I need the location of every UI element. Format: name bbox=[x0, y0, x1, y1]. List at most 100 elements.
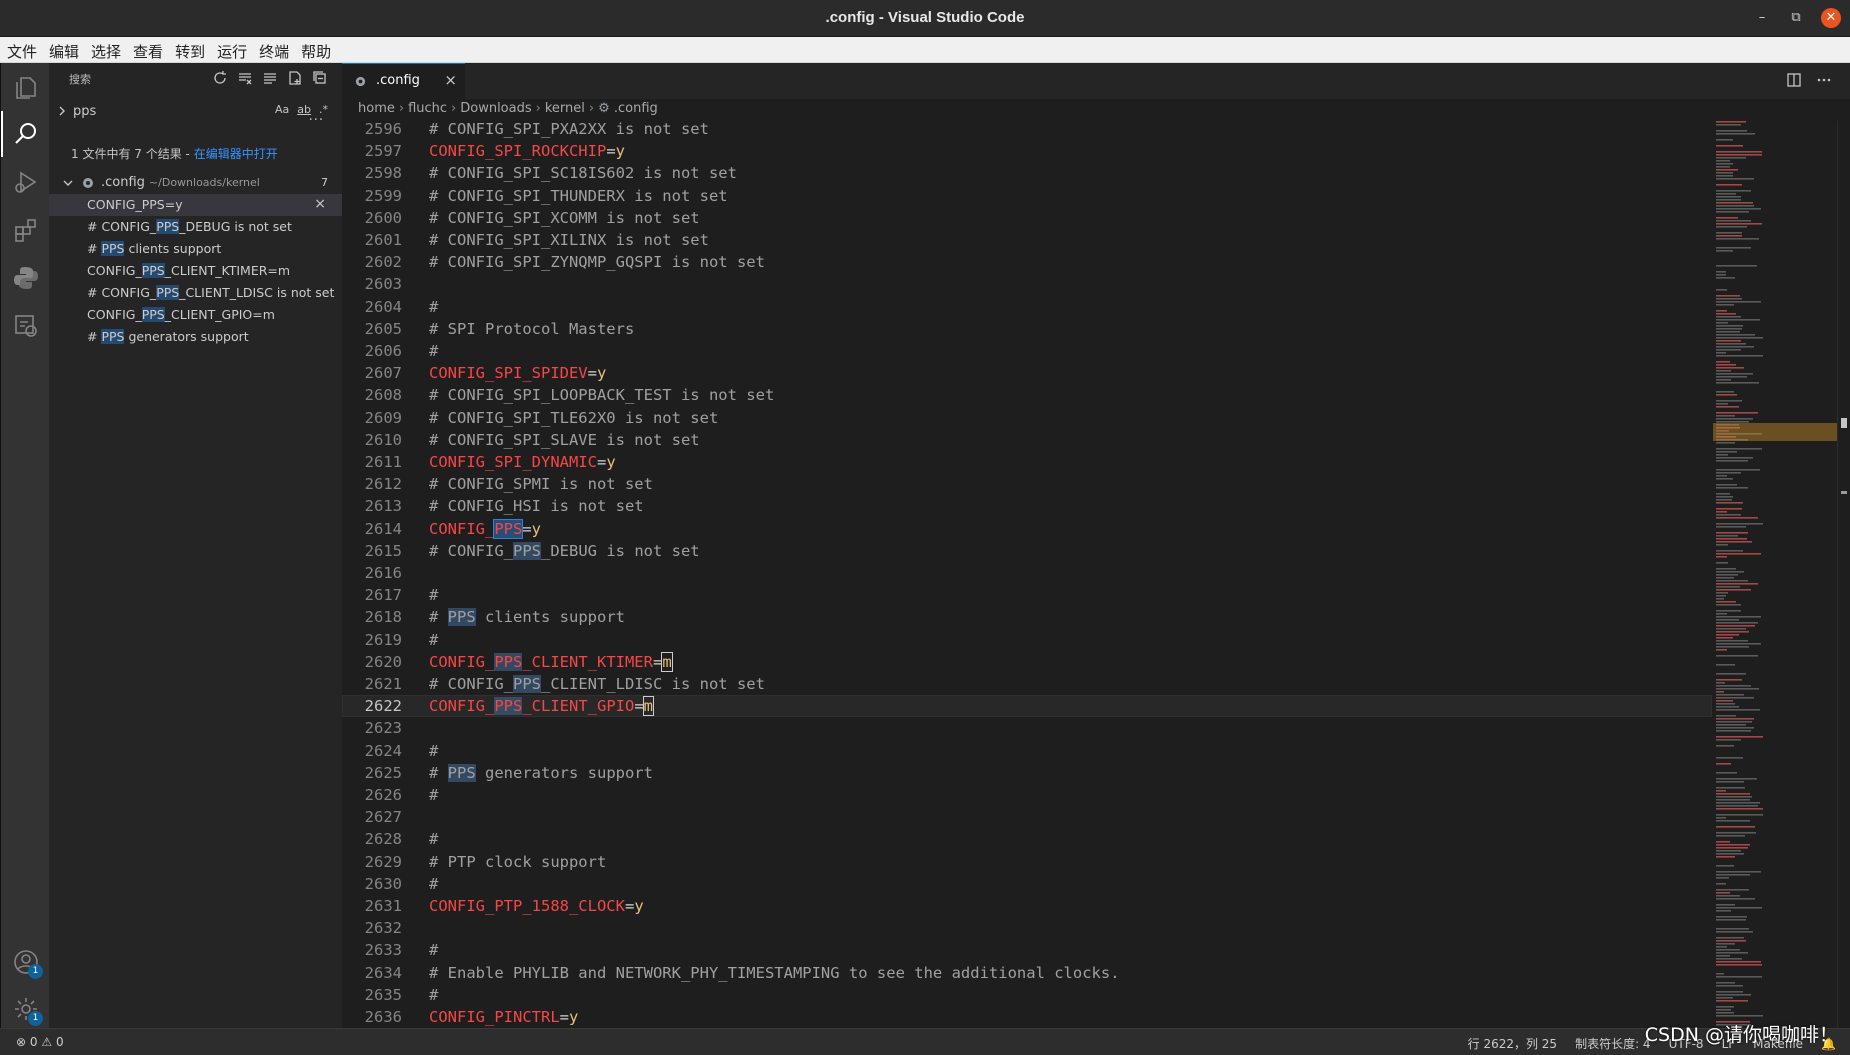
menu-terminal[interactable]: 终端 bbox=[252, 37, 294, 62]
tab-config[interactable]: .config × bbox=[342, 63, 465, 99]
breadcrumb-item[interactable]: home bbox=[358, 101, 395, 116]
search-match-item[interactable]: CONFIG_PPS_CLIENT_KTIMER=m bbox=[49, 260, 342, 282]
toggle-replace-chevron-icon[interactable] bbox=[55, 104, 69, 118]
minimap-line bbox=[1716, 184, 1742, 186]
menu-edit[interactable]: 编辑 bbox=[42, 37, 84, 62]
minimap-line bbox=[1716, 706, 1739, 708]
code-line[interactable]: 2596 # CONFIG_SPI_PXA2XX is not set bbox=[342, 121, 1712, 140]
code-line[interactable]: 2611 CONFIG_SPI_DYNAMIC=y bbox=[342, 451, 1712, 473]
run-debug-icon[interactable] bbox=[13, 169, 39, 195]
vertical-scrollbar[interactable] bbox=[1837, 121, 1850, 1028]
code-line[interactable]: 2605 # SPI Protocol Masters bbox=[342, 318, 1712, 340]
code-line[interactable]: 2599 # CONFIG_SPI_THUNDERX is not set bbox=[342, 185, 1712, 207]
minimap[interactable] bbox=[1713, 121, 1837, 1028]
search-match-item[interactable]: # PPS clients support bbox=[49, 238, 342, 260]
search-input[interactable]: pps bbox=[73, 104, 96, 119]
menu-go[interactable]: 转到 bbox=[168, 37, 210, 62]
cursor-position[interactable]: 行 2622，列 25 bbox=[1468, 1037, 1557, 1051]
settings-gear-icon[interactable]: 1 bbox=[13, 996, 43, 1026]
code-line[interactable]: 2626 # bbox=[342, 784, 1712, 806]
code-line[interactable]: 2607 CONFIG_SPI_SPIDEV=y bbox=[342, 362, 1712, 384]
menu-view[interactable]: 查看 bbox=[126, 37, 168, 62]
code-line[interactable]: 2619 # bbox=[342, 629, 1712, 651]
code-line[interactable]: 2600 # CONFIG_SPI_XCOMM is not set bbox=[342, 207, 1712, 229]
minimize-button[interactable]: – bbox=[1752, 8, 1772, 28]
refresh-icon[interactable] bbox=[212, 70, 228, 86]
code-line[interactable]: 2627 bbox=[342, 806, 1712, 828]
open-in-editor-link[interactable]: 在编辑器中打开 bbox=[194, 147, 278, 161]
code-line[interactable]: 2624 # bbox=[342, 740, 1712, 762]
close-window-button[interactable]: ✕ bbox=[1821, 8, 1841, 28]
code-line[interactable]: 2621 # CONFIG_PPS_CLIENT_LDISC is not set bbox=[342, 673, 1712, 695]
code-line[interactable]: 2632 bbox=[342, 917, 1712, 939]
code-line[interactable]: 2623 bbox=[342, 717, 1712, 739]
chevron-down-icon[interactable] bbox=[61, 176, 75, 190]
minimap-line bbox=[1716, 781, 1744, 783]
code-line[interactable]: 2622 CONFIG_PPS_CLIENT_GPIO=m bbox=[342, 695, 1712, 718]
search-match-item[interactable]: CONFIG_PPS_CLIENT_GPIO=m bbox=[49, 304, 342, 326]
problems-indicator[interactable]: ⊗ 0 ⚠ 0 bbox=[16, 1035, 64, 1049]
collapse-all-icon[interactable] bbox=[312, 70, 328, 86]
code-line[interactable]: 2636 CONFIG_PINCTRL=y bbox=[342, 1006, 1712, 1028]
maximize-button[interactable]: ⧉ bbox=[1786, 8, 1806, 28]
code-line[interactable]: 2603 bbox=[342, 273, 1712, 295]
split-editor-icon[interactable] bbox=[1786, 72, 1802, 88]
result-file-row[interactable]: .config ~/Downloads/kernel 7 bbox=[49, 172, 342, 194]
search-match-item[interactable]: CONFIG_PPS=y × bbox=[49, 194, 342, 216]
code-line[interactable]: 2629 # PTP clock support bbox=[342, 851, 1712, 873]
code-line[interactable]: 2620 CONFIG_PPS_CLIENT_KTIMER=m bbox=[342, 651, 1712, 673]
accounts-icon[interactable]: 1 bbox=[13, 949, 43, 979]
code-line[interactable]: 2614 CONFIG_PPS=y bbox=[342, 518, 1712, 540]
code-line[interactable]: 2625 # PPS generators support bbox=[342, 762, 1712, 784]
menu-run[interactable]: 运行 bbox=[210, 37, 252, 62]
menu-file[interactable]: 文件 bbox=[0, 37, 42, 62]
code-line[interactable]: 2631 CONFIG_PTP_1588_CLOCK=y bbox=[342, 895, 1712, 917]
more-actions-icon[interactable] bbox=[1816, 72, 1832, 88]
python-icon[interactable] bbox=[13, 265, 39, 291]
menu-help[interactable]: 帮助 bbox=[294, 37, 336, 62]
code-line[interactable]: 2628 # bbox=[342, 828, 1712, 850]
code-line[interactable]: 2633 # bbox=[342, 939, 1712, 961]
search-match-item[interactable]: # PPS generators support bbox=[49, 326, 342, 348]
match-text: # bbox=[87, 329, 102, 344]
code-line[interactable]: 2602 # CONFIG_SPI_ZYNQMP_GQSPI is not set bbox=[342, 251, 1712, 273]
search-match-item[interactable]: # CONFIG_PPS_DEBUG is not set bbox=[49, 216, 342, 238]
close-tab-icon[interactable]: × bbox=[444, 71, 457, 89]
code-line[interactable]: 2601 # CONFIG_SPI_XILINX is not set bbox=[342, 229, 1712, 251]
open-new-file-icon[interactable] bbox=[287, 70, 303, 86]
new-search-editor-icon[interactable] bbox=[262, 70, 278, 86]
indentation[interactable]: 制表符长度: 4 bbox=[1575, 1037, 1651, 1051]
breadcrumb-item[interactable]: .config bbox=[614, 101, 658, 116]
clear-results-icon[interactable] bbox=[237, 70, 253, 86]
breadcrumb-item[interactable]: kernel bbox=[545, 101, 585, 116]
menu-selection[interactable]: 选择 bbox=[84, 37, 126, 62]
breadcrumb-item[interactable]: Downloads bbox=[460, 101, 531, 116]
code-line[interactable]: 2598 # CONFIG_SPI_SC18IS602 is not set bbox=[342, 162, 1712, 184]
code-line[interactable]: 2608 # CONFIG_SPI_LOOPBACK_TEST is not se… bbox=[342, 384, 1712, 406]
code-line[interactable]: 2630 # bbox=[342, 873, 1712, 895]
minimap-viewport[interactable] bbox=[1713, 423, 1837, 441]
code-line[interactable]: 2612 # CONFIG_SPMI is not set bbox=[342, 473, 1712, 495]
dismiss-match-icon[interactable]: × bbox=[314, 196, 326, 212]
code-editor[interactable]: 2596 # CONFIG_SPI_PXA2XX is not set 2597 CO… bbox=[342, 121, 1850, 1028]
code-line[interactable]: 2634 # Enable PHYLIB and NETWORK_PHY_TIME… bbox=[342, 962, 1712, 984]
explorer-icon[interactable] bbox=[13, 75, 39, 101]
search-icon[interactable] bbox=[1, 111, 39, 157]
code-line[interactable]: 2618 # PPS clients support bbox=[342, 606, 1712, 628]
code-line[interactable]: 2610 # CONFIG_SPI_SLAVE is not set bbox=[342, 429, 1712, 451]
toggle-search-details-button[interactable]: ··· bbox=[309, 113, 324, 128]
code-line[interactable]: 2613 # CONFIG_HSI is not set bbox=[342, 495, 1712, 517]
code-line[interactable]: 2606 # bbox=[342, 340, 1712, 362]
code-line[interactable]: 2615 # CONFIG_PPS_DEBUG is not set bbox=[342, 540, 1712, 562]
search-match-item[interactable]: # CONFIG_PPS_CLIENT_LDISC is not set bbox=[49, 282, 342, 304]
breadcrumb-item[interactable]: fluchc bbox=[408, 101, 447, 116]
match-case-toggle[interactable]: Aa bbox=[275, 103, 289, 116]
remote-explorer-icon[interactable] bbox=[13, 313, 39, 339]
code-line[interactable]: 2617 # bbox=[342, 584, 1712, 606]
code-line[interactable]: 2635 # bbox=[342, 984, 1712, 1006]
code-line[interactable]: 2604 # bbox=[342, 296, 1712, 318]
code-line[interactable]: 2597 CONFIG_SPI_ROCKCHIP=y bbox=[342, 140, 1712, 162]
code-line[interactable]: 2609 # CONFIG_SPI_TLE62X0 is not set bbox=[342, 407, 1712, 429]
extensions-icon[interactable] bbox=[13, 217, 39, 243]
code-line[interactable]: 2616 bbox=[342, 562, 1712, 584]
